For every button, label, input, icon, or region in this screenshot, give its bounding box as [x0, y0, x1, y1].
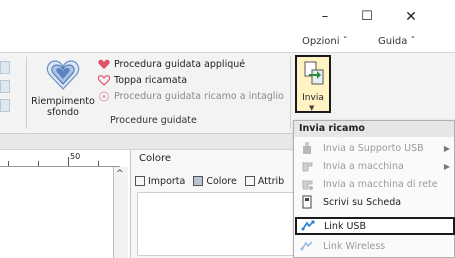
- menu-item-label: Invia a macchina di rete: [323, 178, 438, 190]
- usb-link-icon: [301, 220, 315, 231]
- invia-button[interactable]: Invia ▼: [295, 55, 331, 113]
- guida-menu[interactable]: Guida ˇ: [378, 36, 416, 47]
- partial-ribbon-buttons[interactable]: [0, 61, 24, 121]
- menu-item-label: Invia a Supporto USB: [323, 142, 424, 154]
- chevron-down-icon: ▼: [309, 104, 315, 112]
- menu-item-send-usb-media[interactable]: Invia a Supporto USB ▶: [296, 139, 454, 157]
- ribbon-tab-row: Opzioni ˇ Guida ˇ: [0, 34, 455, 52]
- tab-importa-label: Importa: [148, 175, 186, 187]
- minimize-button[interactable]: –: [310, 6, 340, 28]
- wireless-link-icon: [300, 241, 313, 251]
- background-fill-icon[interactable]: [46, 59, 80, 91]
- panel-title: Colore: [139, 153, 172, 164]
- group-separator-2: [290, 57, 291, 129]
- menu-item-label: Link USB: [324, 220, 366, 232]
- submenu-arrow-icon: ▶: [443, 161, 450, 171]
- menu-item-write-card[interactable]: Scrivi su Scheda: [296, 193, 454, 211]
- procedures-group-label: Procedure guidate: [110, 115, 197, 126]
- tab-attrib-label: Attrib: [257, 175, 285, 187]
- tab-colore-label: Colore: [206, 175, 237, 187]
- opzioni-menu[interactable]: Opzioni ˇ: [302, 36, 348, 47]
- design-canvas[interactable]: [0, 167, 114, 258]
- attributes-icon: [244, 176, 255, 186]
- cutwork-wizard-button: Procedura guidata ricamo a intaglio: [98, 91, 284, 102]
- background-fill-button[interactable]: Riempimento sfondo: [30, 96, 96, 118]
- invia-label: Invia: [302, 93, 324, 103]
- tab-colore[interactable]: Colore: [193, 175, 237, 187]
- title-bar: – ☐ ✕: [0, 0, 455, 34]
- horizontal-ruler: 50: [0, 150, 120, 167]
- menu-item-link-wireless[interactable]: Link Wireless: [296, 237, 454, 255]
- menu-item-label: Invia a macchina: [323, 160, 404, 172]
- menu-item-send-network-machine[interactable]: Invia a macchina di rete: [296, 175, 454, 193]
- heart-icon: [98, 59, 110, 69]
- embroidered-patch-button[interactable]: Toppa ricamata: [98, 75, 187, 86]
- maximize-button[interactable]: ☐: [352, 6, 382, 28]
- ruler-tick: [98, 161, 99, 166]
- sewing-machine-icon: [302, 162, 313, 172]
- ruler-tick: [8, 161, 9, 166]
- send-icon: [304, 61, 324, 85]
- submenu-arrow-icon: ▶: [443, 143, 450, 153]
- group-separator: [26, 57, 27, 129]
- cutwork-wizard-label: Procedura guidata ricamo a intaglio: [114, 91, 284, 102]
- card-icon: [302, 195, 312, 209]
- menu-item-label: Link Wireless: [323, 240, 386, 252]
- menu-item-send-machine[interactable]: Invia a macchina ▶: [296, 157, 454, 175]
- ruler-number: 50: [70, 152, 81, 161]
- flower-icon: [99, 91, 109, 102]
- heart-outline-icon: [98, 75, 110, 86]
- background-fill-label-2: sfondo: [47, 107, 79, 118]
- partial-button-2[interactable]: [0, 80, 10, 93]
- embroidered-patch-label: Toppa ricamata: [114, 75, 188, 86]
- network-machine-icon: [302, 180, 313, 190]
- menu-item-link-usb[interactable]: Link USB: [295, 217, 455, 235]
- scroll-up-icon[interactable]: ^: [116, 169, 124, 179]
- partial-button-1[interactable]: [0, 61, 10, 74]
- grid-icon: [135, 176, 145, 186]
- tab-importa[interactable]: Importa: [135, 176, 185, 187]
- send-embroidery-menu: Invia ricamo Invia a Supporto USB ▶ Invi…: [293, 120, 455, 258]
- menu-item-label: Scrivi su Scheda: [323, 196, 402, 208]
- ruler-tick: [38, 161, 39, 166]
- close-button[interactable]: ✕: [396, 6, 426, 28]
- applique-wizard-label: Procedura guidata appliqué: [114, 59, 246, 70]
- menu-header: Invia ricamo: [294, 121, 454, 137]
- tab-attrib[interactable]: Attrib: [244, 175, 285, 187]
- applique-wizard-button[interactable]: Procedura guidata appliqué: [98, 59, 245, 70]
- background-fill-label-1: Riempimento: [31, 96, 95, 107]
- usb-stick-icon: [303, 142, 311, 154]
- vertical-scrollbar[interactable]: ^: [114, 167, 128, 258]
- color-list-icon: [193, 176, 204, 186]
- partial-button-3[interactable]: [0, 99, 10, 112]
- ruler-tick: [68, 157, 69, 166]
